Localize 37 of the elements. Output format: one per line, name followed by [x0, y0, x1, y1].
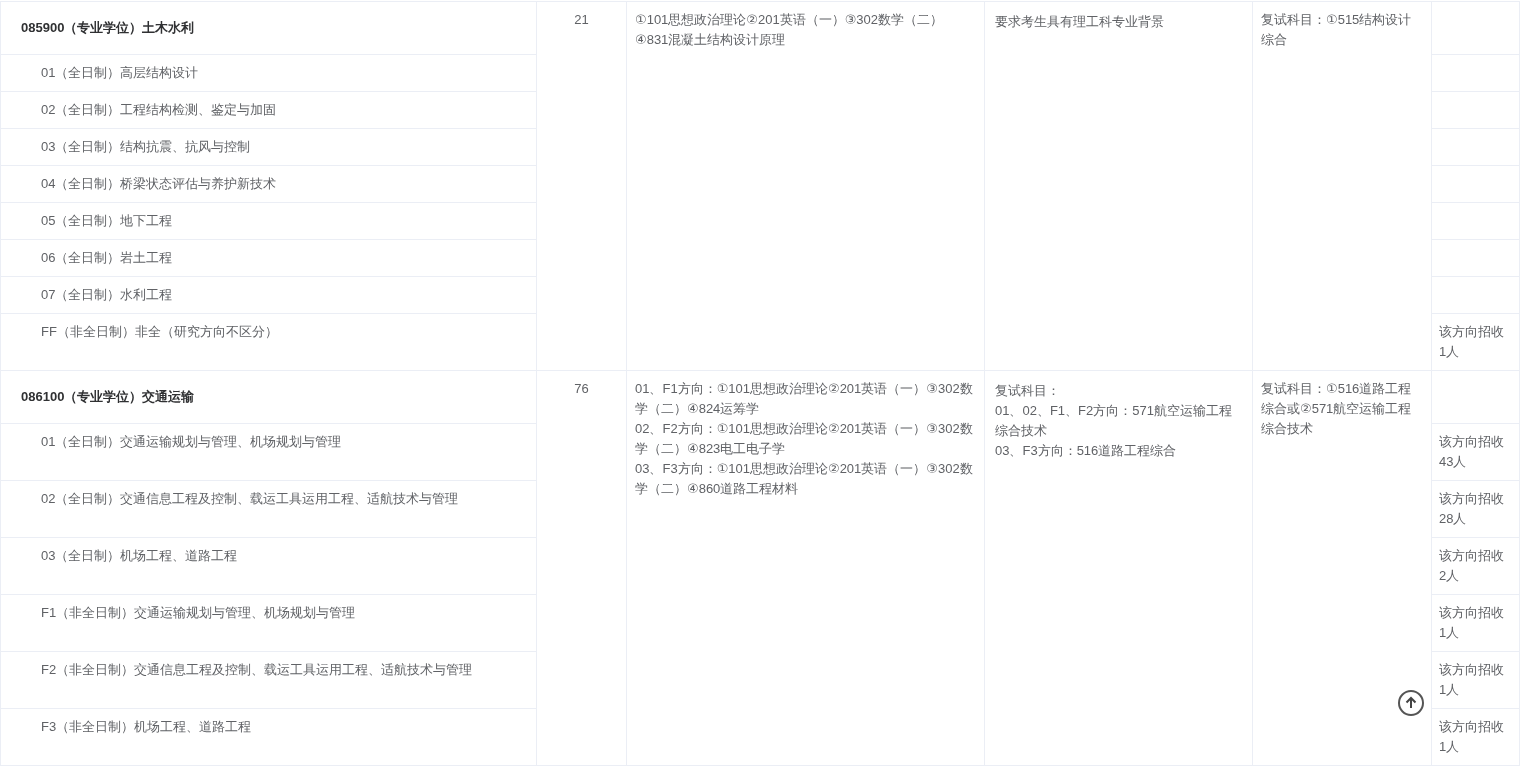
exam-subjects: 01、F1方向：①101思想政治理论②201英语（一）③302数学（二）④824运筹学 [635, 380, 974, 418]
retest-subjects: 复试科目：①515结构设计综合 [1261, 11, 1413, 49]
program-title: 085900（专业学位）土木水利 [21, 20, 195, 35]
quota-count: 76 [574, 381, 589, 396]
requirement-text: 01、02、F1、F2方向：571航空运输工程综合技术 [995, 402, 1233, 440]
direction-name: F2（非全日制）交通信息工程及控制、载运工具运用工程、适航技术与管理 [40, 661, 473, 679]
retest-subjects: 复试科目：①516道路工程综合或②571航空运输工程综合技术 [1261, 380, 1413, 438]
direction-name: F1（非全日制）交通运输规划与管理、机场规划与管理 [40, 604, 356, 622]
direction-note: 该方向招收1人 [1439, 604, 1505, 642]
direction-name: 06（全日制）岩土工程 [40, 249, 173, 267]
direction-note: 该方向招收28人 [1439, 490, 1505, 528]
direction-name: 01（全日制）交通运输规划与管理、机场规划与管理 [40, 433, 342, 451]
direction-name: F3（非全日制）机场工程、道路工程 [40, 718, 252, 736]
direction-name: 03（全日制）机场工程、道路工程 [40, 547, 238, 565]
requirement-text: 03、F3方向：516道路工程综合 [995, 442, 1178, 460]
direction-name: 01（全日制）高层结构设计 [40, 64, 199, 82]
direction-name: 03（全日制）结构抗震、抗风与控制 [40, 138, 251, 156]
requirement-text: 要求考生具有理工科专业背景 [995, 13, 1165, 31]
exam-subjects: 03、F3方向：①101思想政治理论②201英语（一）③302数学（二）④860道路工程材料 [635, 460, 974, 498]
program-title: 086100（专业学位）交通运输 [21, 389, 195, 404]
exam-subjects: ①101思想政治理论②201英语（一）③302数学（二）④831混凝土结构设计原理 [635, 11, 945, 49]
requirement-text: 复试科目： [995, 382, 1061, 400]
direction-name: 02（全日制）工程结构检测、鉴定与加固 [40, 101, 277, 119]
direction-name: FF（非全日制）非全（研究方向不区分） [40, 323, 278, 341]
direction-note: 该方向招收1人 [1439, 718, 1505, 756]
quota-count: 21 [574, 12, 589, 27]
direction-name: 04（全日制）桥梁状态评估与养护新技术 [40, 175, 277, 193]
direction-name: 05（全日制）地下工程 [40, 212, 173, 230]
scroll-top-button[interactable] [1398, 690, 1424, 716]
direction-name: 02（全日制）交通信息工程及控制、载运工具运用工程、适航技术与管理 [40, 490, 459, 508]
direction-note: 该方向招收1人 [1439, 323, 1505, 361]
arrow-up-icon [1404, 696, 1418, 710]
direction-name: 07（全日制）水利工程 [40, 286, 173, 304]
direction-note: 该方向招收1人 [1439, 661, 1505, 699]
direction-note: 该方向招收2人 [1439, 547, 1505, 585]
direction-note: 该方向招收43人 [1439, 433, 1505, 471]
exam-subjects: 02、F2方向：①101思想政治理论②201英语（一）③302数学（二）④823电工电子学 [635, 420, 974, 458]
